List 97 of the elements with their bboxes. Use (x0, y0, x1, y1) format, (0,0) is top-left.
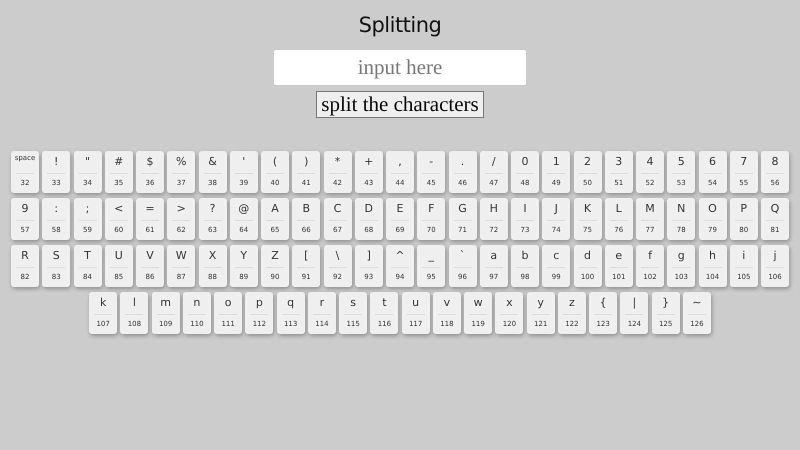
character-label: G (458, 201, 467, 217)
character-label: j (773, 248, 777, 264)
character-label: ? (210, 201, 216, 217)
character-label: 5 (678, 154, 685, 170)
character-label: v (444, 295, 450, 311)
character-label: m (160, 295, 171, 311)
character-label: A (271, 201, 279, 217)
character-label: g (678, 248, 685, 264)
character-label: & (208, 154, 217, 170)
character-label: c (553, 248, 560, 264)
character-label: p (256, 295, 263, 311)
character-label: 3 (615, 154, 622, 170)
character-label: 4 (646, 154, 654, 170)
character-label: N (677, 201, 686, 217)
character-label: J (554, 201, 558, 217)
character-label: ^ (395, 248, 405, 264)
character-label: 0 (522, 154, 528, 170)
character-label: " (84, 154, 90, 170)
character-label: + (364, 154, 374, 170)
character-label: : (54, 201, 58, 217)
character-label: k (100, 295, 106, 311)
character-label: x (506, 295, 513, 311)
character-label: o (224, 295, 232, 311)
character-label: { (600, 295, 607, 311)
character-label: W (176, 248, 187, 264)
character-label: . (460, 154, 464, 170)
character-label: K (584, 201, 592, 217)
character-label: P (740, 201, 748, 217)
character-label: h (709, 248, 716, 264)
character-label: $ (146, 154, 154, 170)
character-label: L (616, 201, 622, 217)
character-label: i (742, 248, 746, 264)
character-label: ( (272, 154, 278, 170)
character-label: q (287, 295, 294, 311)
character-label: D (364, 201, 373, 217)
character-label: 1 (552, 154, 560, 170)
character-label: u (412, 295, 420, 311)
character-label: 2 (584, 154, 591, 170)
character-label: C (334, 201, 342, 217)
character-label: 6 (709, 154, 716, 170)
character-label: b (522, 248, 528, 264)
character-label: | (632, 295, 636, 311)
character-label: a (490, 248, 498, 264)
character-label: f (648, 248, 652, 264)
character-label: E (396, 201, 404, 217)
character-label: B (302, 201, 310, 217)
character-label: ! (54, 154, 58, 170)
character-label: 7 (740, 154, 748, 170)
character-label: X (208, 248, 216, 264)
character-label: S (52, 248, 60, 264)
character-label: / (492, 154, 496, 170)
character-label: I (523, 201, 527, 217)
character-label: } (662, 295, 670, 311)
character-label: l (132, 295, 136, 311)
character-label: # (114, 154, 124, 170)
character-label: n (193, 295, 200, 311)
character-label: F (428, 201, 434, 217)
character-label: ' (242, 154, 246, 170)
character-label: t (382, 295, 387, 311)
character-label: \ (336, 248, 340, 264)
character-label: = (145, 201, 155, 217)
character-label: ` (460, 248, 466, 264)
character-label: e (615, 248, 622, 264)
character-label: M (645, 201, 655, 217)
character-label: Y (240, 248, 248, 264)
character-label: , (398, 154, 402, 170)
character-label: z (568, 295, 575, 311)
character-label: 8 (772, 154, 778, 170)
character-label: > (176, 201, 186, 217)
character-label: s (350, 295, 356, 311)
character-label: r (320, 295, 324, 311)
character-label: Q (770, 201, 780, 217)
character-label: ; (86, 201, 90, 217)
character-label: % (176, 154, 186, 170)
character-label: [ (304, 248, 308, 264)
character-label: V (146, 248, 154, 264)
character-label: 9 (22, 201, 28, 217)
character-label: Z (271, 248, 279, 264)
character-label: @ (238, 201, 250, 217)
character-label: ) (304, 154, 308, 170)
character-label: < (114, 201, 124, 217)
input-field[interactable]: input here (274, 50, 526, 85)
character-label: O (708, 201, 717, 217)
character-label: ~ (692, 295, 702, 311)
character-label: R (21, 248, 29, 264)
character-label: y (537, 295, 544, 311)
character-label: _ (428, 248, 434, 264)
character-label: * (334, 154, 340, 170)
character-label: T (84, 248, 91, 264)
page-title: Splitting (358, 12, 442, 39)
character-label: - (429, 154, 434, 170)
character-label: U (114, 248, 123, 264)
character-label: ] (366, 248, 371, 264)
character-label: d (584, 248, 591, 264)
split-button[interactable]: split the characters (316, 91, 484, 118)
character-label: H (490, 201, 498, 217)
character-label: w (474, 295, 483, 311)
